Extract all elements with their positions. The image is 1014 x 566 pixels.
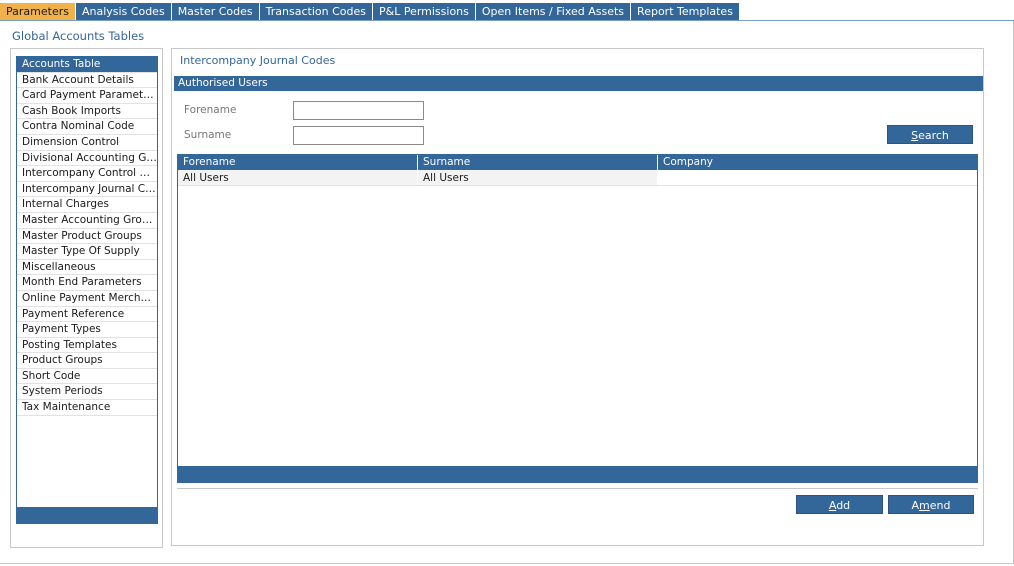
sidebar-item-divisional-accounting-gro[interactable]: Divisional Accounting Gro...: [17, 151, 157, 167]
sidebar-item-tax-maintenance[interactable]: Tax Maintenance: [17, 400, 157, 416]
sidebar-list[interactable]: Accounts Table Bank Account Details Card P…: [16, 56, 158, 524]
authorised-users-grid: Forename Surname Company All Users All U…: [177, 154, 978, 483]
forename-label: Forename: [184, 104, 237, 116]
tab-transaction-codes[interactable]: Transaction Codes: [259, 3, 373, 20]
tab-master-codes[interactable]: Master Codes: [171, 3, 260, 20]
sidebar-item-master-accounting-groups[interactable]: Master Accounting Groups: [17, 213, 157, 229]
sidebar-item-master-type-of-supply[interactable]: Master Type Of Supply: [17, 244, 157, 260]
page-title: Global Accounts Tables: [12, 29, 145, 43]
add-button[interactable]: Add: [796, 495, 883, 514]
module-tab-bar: Parameters Analysis Codes Master Codes T…: [0, 3, 740, 20]
cell-company: [658, 170, 977, 185]
cell-forename: All Users: [178, 170, 418, 185]
sidebar-item-posting-templates[interactable]: Posting Templates: [17, 338, 157, 354]
sidebar-item-cash-book-imports[interactable]: Cash Book Imports: [17, 104, 157, 120]
tab-report-templates[interactable]: Report Templates: [631, 3, 740, 20]
column-header-surname[interactable]: Surname: [418, 155, 658, 170]
sidebar-item-payment-reference[interactable]: Payment Reference: [17, 307, 157, 323]
sidebar-item-master-product-groups[interactable]: Master Product Groups: [17, 229, 157, 245]
cell-surname: All Users: [418, 170, 658, 185]
content-panel: Intercompany Journal Codes Authorised Us…: [171, 48, 984, 546]
forename-input[interactable]: [293, 101, 424, 120]
amend-button[interactable]: Amend: [888, 495, 974, 514]
column-header-forename[interactable]: Forename: [178, 155, 418, 170]
sidebar-item-system-periods[interactable]: System Periods: [17, 384, 157, 401]
grid-header: Forename Surname Company: [178, 155, 977, 170]
sidebar-item-month-end-parameters[interactable]: Month End Parameters: [17, 275, 157, 291]
sidebar-item-accounts-table[interactable]: Accounts Table: [17, 57, 157, 73]
surname-input[interactable]: [293, 126, 424, 145]
tab-analysis-codes[interactable]: Analysis Codes: [75, 3, 172, 20]
sidebar-panel: Accounts Table Bank Account Details Card P…: [10, 48, 163, 548]
sidebar-item-short-code[interactable]: Short Code: [17, 369, 157, 385]
search-button[interactable]: Search: [887, 125, 973, 144]
button-row-divider: [177, 488, 978, 489]
sidebar-item-card-payment-parameters[interactable]: Card Payment Parameters: [17, 88, 157, 104]
table-row[interactable]: All Users All Users: [178, 170, 977, 186]
tab-parameters[interactable]: Parameters: [0, 3, 76, 20]
surname-label: Surname: [184, 129, 232, 141]
tab-open-items-fixed-assets[interactable]: Open Items / Fixed Assets: [475, 3, 632, 20]
sidebar-item-internal-charges[interactable]: Internal Charges: [17, 197, 157, 213]
section-header-authorised-users: Authorised Users: [174, 76, 983, 91]
add-button-label: dd: [836, 499, 851, 512]
search-button-label: earch: [918, 129, 949, 142]
sidebar-item-bank-account-details[interactable]: Bank Account Details: [17, 73, 157, 89]
amend-button-label: end: [929, 499, 951, 512]
amend-button-prefix: A: [911, 499, 920, 512]
sidebar-item-payment-types[interactable]: Payment Types: [17, 322, 157, 338]
sidebar-item-contra-nominal-code[interactable]: Contra Nominal Code: [17, 119, 157, 135]
sidebar-item-dimension-control[interactable]: Dimension Control: [17, 135, 157, 151]
sidebar-item-intercompany-control-co[interactable]: Intercompany Control Co...: [17, 166, 157, 182]
grid-footer: [178, 466, 977, 482]
sidebar-item-miscellaneous[interactable]: Miscellaneous: [17, 260, 157, 276]
sidebar-item-product-groups[interactable]: Product Groups: [17, 353, 157, 369]
sidebar-list-footer: [16, 507, 158, 524]
sidebar-item-online-payment-merchants[interactable]: Online Payment Merchants: [17, 291, 157, 307]
column-header-company[interactable]: Company: [658, 155, 977, 170]
tab-pl-permissions[interactable]: P&L Permissions: [372, 3, 476, 20]
sidebar-item-intercompany-journal-co[interactable]: Intercompany Journal Co...: [17, 182, 157, 198]
amend-button-accesskey: m: [919, 499, 930, 512]
panel-title: Intercompany Journal Codes: [180, 54, 336, 67]
